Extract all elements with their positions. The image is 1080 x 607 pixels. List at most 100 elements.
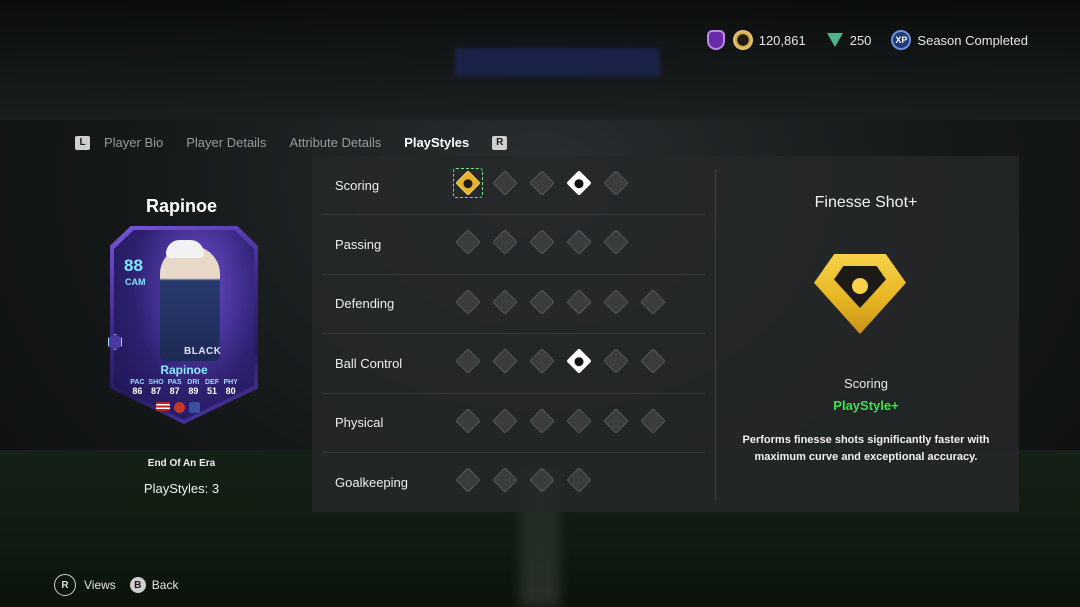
controller-hints: R Views B Back (54, 574, 178, 596)
b-button-icon[interactable]: B (129, 577, 146, 593)
stat-value: 86 (132, 386, 143, 396)
goalkeeping-icons (455, 467, 592, 493)
detail-description: Performs finesse shots significantly fas… (742, 434, 990, 463)
tab-player-bio[interactable]: Player Bio (104, 135, 163, 150)
rush-out-icon[interactable] (566, 467, 592, 493)
rapid-icon[interactable] (492, 348, 518, 374)
r-bumper-icon[interactable]: R (492, 135, 508, 150)
l-bumper-icon[interactable]: L (75, 135, 90, 150)
first-touch-icon[interactable] (566, 348, 592, 374)
player-portrait (160, 246, 220, 361)
club-logo-icon (189, 402, 200, 413)
club-crest-icon (706, 30, 725, 50)
fc-points-icon (826, 31, 844, 49)
trickster-icon[interactable] (603, 348, 629, 374)
league-logo-icon (174, 402, 185, 413)
tab-player-details[interactable]: Player Details (186, 135, 266, 150)
cross-claimer-icon[interactable] (529, 467, 555, 493)
defending-icons (455, 289, 666, 315)
intercept-icon[interactable] (529, 289, 555, 315)
category-label: Goalkeeping (335, 475, 408, 491)
stat-value: 80 (225, 386, 236, 396)
category-label: Scoring (335, 177, 380, 193)
coins-display: 120,861 (732, 30, 806, 50)
ball-control-icons (455, 348, 666, 374)
long-throw-icon[interactable] (603, 407, 629, 434)
power-header-icon[interactable] (603, 170, 629, 196)
finesse-shot-plus-icon[interactable] (453, 168, 483, 198)
detail-category: Scoring (843, 376, 889, 391)
category-row-ball-control: Ball Control (323, 334, 705, 394)
category-label: Ball Control (335, 355, 403, 371)
stat-label: PHY (223, 379, 238, 386)
points-value: 250 (849, 32, 872, 48)
flair-icon[interactable] (529, 348, 555, 374)
stat-label: DEF (204, 379, 219, 386)
card-position: CAM (125, 277, 146, 287)
aerial-icon[interactable] (640, 407, 666, 434)
card-flags (156, 402, 200, 413)
stat-value: 87 (150, 386, 161, 396)
whipped-pass-icon[interactable] (603, 229, 629, 256)
tab-attribute-details[interactable]: Attribute Details (289, 135, 381, 150)
far-throw-icon[interactable] (455, 467, 481, 493)
tab-playstyles[interactable]: PlayStyles (404, 135, 469, 150)
pinged-pass-icon[interactable] (492, 229, 518, 256)
passing-icons (455, 229, 629, 256)
relentless-icon[interactable] (492, 407, 518, 434)
card-player-name: Rapinoe (160, 363, 208, 377)
quick-step-icon[interactable] (455, 407, 481, 434)
bruiser-icon[interactable] (640, 289, 666, 315)
player-card: 88 CAM BLACK Rapinoe PAC SHO PAS DRI DEF… (108, 226, 258, 424)
detail-title: Finesse Shot+ (814, 194, 918, 211)
category-label: Physical (335, 415, 384, 431)
points-display: 250 (826, 31, 872, 49)
block-icon[interactable] (492, 289, 518, 315)
stat-value: 51 (206, 386, 217, 396)
technical-icon[interactable] (455, 348, 481, 374)
scoring-icons (453, 168, 629, 198)
playstyles-count: PlayStyles: 3 (143, 481, 220, 496)
category-label: Defending (335, 296, 395, 312)
card-club-text: BLACK (184, 346, 222, 357)
coins-value: 120,861 (758, 32, 806, 48)
xp-status: Season Completed (917, 32, 1028, 48)
panel-divider (715, 170, 716, 500)
card-overall: 88 (124, 256, 143, 275)
coin-icon (732, 30, 753, 50)
category-label: Passing (335, 237, 382, 253)
category-row-scoring: Scoring (323, 156, 705, 216)
stat-value: 89 (188, 386, 199, 396)
slide-tackle-icon[interactable] (603, 289, 629, 315)
card-subtitle: End Of An Era (147, 458, 216, 469)
category-row-passing: Passing (323, 215, 705, 275)
stat-label: PAS (167, 379, 182, 386)
stat-label: SHO (148, 379, 164, 386)
stadium-scoreboard (455, 48, 660, 76)
player-portrait-hair (166, 240, 204, 258)
press-proven-icon[interactable] (640, 348, 666, 374)
back-label[interactable]: Back (152, 578, 179, 592)
dead-ball-icon[interactable] (566, 170, 592, 196)
category-row-goalkeeping: Goalkeeping (323, 453, 705, 512)
footwork-icon[interactable] (492, 467, 518, 493)
jockey-icon[interactable] (455, 289, 481, 315)
nation-flag-icon (156, 402, 170, 411)
anticipate-icon[interactable] (566, 289, 592, 315)
long-ball-pass-icon[interactable] (529, 229, 555, 256)
stat-label: DRI (187, 379, 200, 386)
playstyle-categories: Scoring Passing Defending Ball Control P… (323, 156, 705, 512)
card-stats: PAC SHO PAS DRI DEF PHY 86 87 87 89 51 8… (128, 379, 240, 396)
right-stick-icon[interactable]: R (54, 574, 76, 596)
finesse-shot-plus-large-icon (814, 254, 906, 334)
incisive-pass-icon[interactable] (455, 229, 481, 256)
views-label[interactable]: Views (84, 578, 116, 592)
chip-shot-icon[interactable] (492, 170, 518, 196)
power-shot-icon[interactable] (529, 170, 555, 196)
tiki-taka-icon[interactable] (566, 229, 592, 256)
trivela-icon[interactable] (529, 407, 555, 434)
acrobatic-icon[interactable] (566, 407, 592, 434)
physical-icons (455, 407, 666, 434)
player-tabs: L Player Bio Player Details Attribute De… (75, 135, 508, 150)
player-name: Rapinoe (145, 196, 217, 216)
